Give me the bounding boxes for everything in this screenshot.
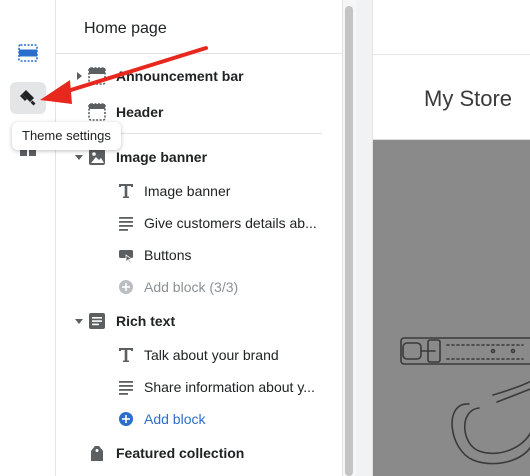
plus-circle-icon: [116, 409, 136, 429]
paintbrush-icon: [20, 90, 36, 106]
paragraph-icon: [116, 213, 136, 233]
block-label: Give customers details ab...: [144, 215, 317, 231]
header-icon: [87, 102, 107, 122]
image-icon: [87, 147, 107, 167]
add-block-label: Add block: [144, 411, 206, 427]
block-label: Buttons: [144, 247, 192, 263]
page-title: Home page: [84, 20, 167, 37]
sections-icon: [18, 44, 38, 62]
caret-down-icon[interactable]: [74, 152, 84, 162]
block-share-information[interactable]: Share information about y...: [56, 372, 342, 402]
caret-right-icon[interactable]: [74, 71, 84, 81]
scrollbar-thumb[interactable]: [345, 6, 353, 476]
block-buttons[interactable]: Buttons: [56, 240, 342, 270]
block-label: Talk about your brand: [144, 347, 279, 363]
add-block-disabled: Add block (3/3): [56, 272, 342, 302]
section-rich-text[interactable]: Rich text: [56, 306, 342, 336]
block-image-banner-heading[interactable]: Image banner: [56, 176, 342, 206]
section-label: Image banner: [116, 149, 208, 165]
section-label: Announcement bar: [116, 68, 244, 84]
caret-down-icon[interactable]: [74, 316, 84, 326]
block-talk-about-brand[interactable]: Talk about your brand: [56, 340, 342, 370]
section-announcement-bar[interactable]: Announcement bar: [56, 61, 342, 91]
plus-circle-icon: [116, 277, 136, 297]
theme-settings-button[interactable]: [10, 82, 46, 114]
rich-text-icon: [87, 311, 107, 331]
preview-frame: My Store: [372, 0, 530, 476]
paragraph-icon: [116, 377, 136, 397]
icon-rail: [0, 0, 56, 476]
preview-announcement-bar[interactable]: [373, 0, 530, 55]
section-label: Rich text: [116, 313, 176, 329]
announcement-bar-icon: [87, 66, 107, 86]
preview-image-banner[interactable]: [373, 140, 530, 476]
block-give-customers-details[interactable]: Give customers details ab...: [56, 208, 342, 238]
text-icon: [116, 181, 136, 201]
section-featured-collection[interactable]: Featured collection: [56, 438, 342, 468]
section-label: Featured collection: [116, 445, 245, 461]
add-block-label: Add block (3/3): [144, 279, 239, 295]
buttons-icon: [116, 245, 136, 265]
theme-settings-tooltip: Theme settings: [12, 122, 121, 150]
block-label: Share information about y...: [144, 379, 315, 395]
text-icon: [116, 345, 136, 365]
tag-icon: [87, 443, 107, 463]
sections-button[interactable]: [10, 37, 46, 69]
belt-illustration-icon: [400, 337, 530, 465]
divider: [56, 53, 342, 54]
block-label: Image banner: [144, 183, 231, 199]
add-block-button[interactable]: Add block: [56, 404, 342, 434]
section-label: Header: [116, 104, 164, 120]
store-name[interactable]: My Store: [424, 86, 512, 112]
sections-panel: Home page Announcement bar Header Image …: [56, 0, 342, 476]
store-preview: My Store: [356, 0, 530, 476]
